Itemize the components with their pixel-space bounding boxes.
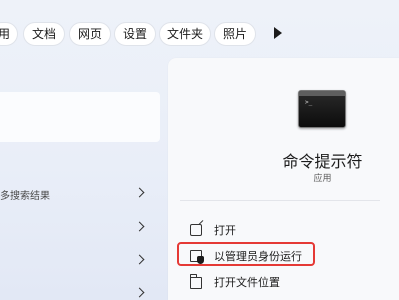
more-tabs-arrow-icon[interactable] [274, 27, 282, 39]
folder-icon [190, 274, 202, 289]
highlight-box [177, 242, 315, 266]
tab-apps[interactable]: 用 [0, 22, 18, 46]
tab-documents[interactable]: 文档 [23, 22, 65, 46]
open-button[interactable]: 打开 [180, 218, 380, 242]
open-external-icon [190, 224, 202, 236]
chevron-right-icon[interactable] [134, 254, 145, 265]
tab-web[interactable]: 网页 [69, 22, 111, 46]
open-label: 打开 [214, 224, 236, 237]
tab-settings[interactable]: 设置 [114, 22, 156, 46]
app-type: 应用 [313, 174, 332, 184]
chevron-right-icon[interactable] [134, 187, 145, 198]
best-match-result[interactable] [0, 92, 160, 142]
chevron-right-icon[interactable] [134, 287, 145, 298]
more-results-label: 多搜索结果 [0, 191, 50, 202]
search-filter-tabs: 用 文档 网页 设置 文件夹 照片 [0, 0, 399, 56]
open-file-location-label: 打开文件位置 [214, 276, 280, 289]
divider [180, 200, 380, 201]
tab-folders[interactable]: 文件夹 [159, 22, 211, 46]
chevron-right-icon[interactable] [134, 221, 145, 232]
command-prompt-icon: >_ [298, 90, 346, 128]
tab-photos[interactable]: 照片 [214, 22, 256, 46]
app-title: 命令提示符 [282, 152, 363, 171]
open-file-location-button[interactable]: 打开文件位置 [180, 270, 380, 294]
